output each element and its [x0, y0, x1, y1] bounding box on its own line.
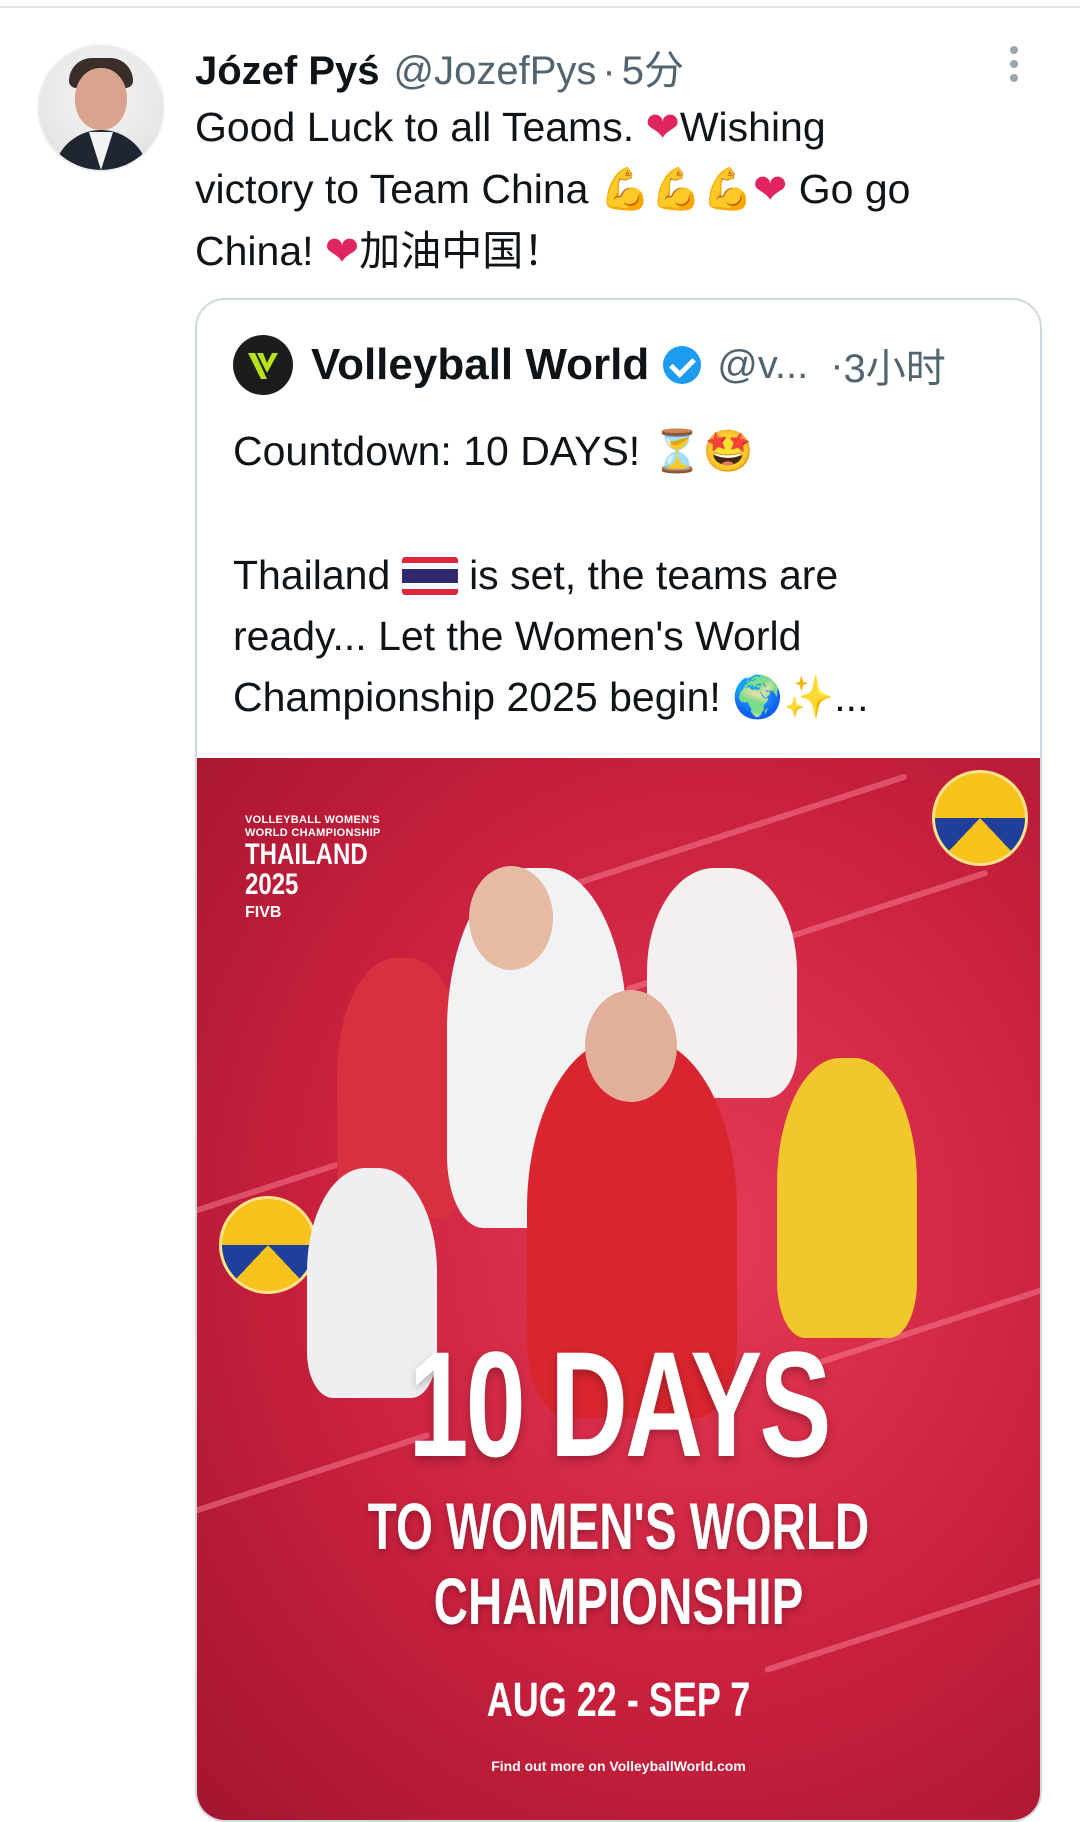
author-handle[interactable]: @JozefPys — [394, 49, 597, 94]
quoted-line-3: ready... Let the Women's World — [233, 613, 802, 659]
quoted-tweet-time[interactable]: 3小时 — [844, 336, 946, 394]
tweet-time[interactable]: 5分 — [622, 38, 684, 96]
poster-footer: Find out more on VolleyballWorld.com — [491, 1758, 746, 1774]
quoted-line-2: Thailand is set, the teams are — [233, 552, 838, 599]
championship-poster-image[interactable]: VOLLEYBALL WOMEN'S WORLD CHAMPIONSHIP TH… — [197, 758, 1040, 1820]
logo-subtitle: VOLLEYBALL WOMEN'S — [245, 814, 380, 826]
poster-subhead-2: CHAMPIONSHIP — [433, 1564, 804, 1638]
volleyball-world-logo-icon[interactable] — [233, 335, 293, 395]
logo-country: THAILAND — [245, 838, 368, 871]
tweet-line-1: Good Luck to all Teams. ❤Wishing — [195, 96, 1055, 158]
quoted-author-handle[interactable]: @v... — [717, 343, 808, 388]
heart-emoji: ❤ — [645, 103, 680, 151]
player-face — [585, 990, 677, 1102]
author-name[interactable]: Józef Pyś — [195, 49, 380, 94]
separator-dot: · — [602, 49, 616, 93]
top-divider — [0, 6, 1080, 8]
muscle-emoji: 💪💪💪 — [599, 165, 754, 213]
avatar-face — [75, 68, 127, 130]
quoted-author-name[interactable]: Volleyball World — [311, 340, 649, 390]
logo-year: 2025 — [245, 868, 299, 901]
championship-logo: VOLLEYBALL WOMEN'S WORLD CHAMPIONSHIP TH… — [245, 814, 398, 922]
quoted-tweet-card[interactable]: Volleyball World @v... · 3小时 Countdown: … — [195, 298, 1042, 1822]
player-face — [469, 866, 553, 970]
quoted-text-fragment: Thailand — [233, 552, 402, 598]
quoted-text-fragment: is set, the teams are — [457, 552, 839, 598]
tweet-text: Good Luck to all Teams. ❤Wishing victory… — [195, 96, 1055, 282]
tweet-line-2: victory to Team China 💪💪💪❤ Go go — [195, 158, 1055, 220]
poster-headline: 10 DAYS — [408, 1320, 831, 1488]
separator-dot: · — [830, 342, 844, 387]
verified-badge-icon — [663, 346, 702, 384]
heart-emoji: ❤ — [324, 227, 360, 275]
volleyball-icon — [932, 770, 1028, 866]
quoted-tweet-header: Volleyball World @v... · 3小时 — [233, 335, 946, 395]
tweet-line-3: China! ❤加油中国！ — [195, 220, 1055, 282]
logo-fivb: FIVB — [245, 904, 282, 921]
more-options-icon[interactable] — [1004, 46, 1024, 86]
tweet-text-fragment: China! — [195, 228, 325, 274]
poster-subhead-1: TO WOMEN'S WORLD — [367, 1489, 870, 1563]
tweet-text-fragment: Good Luck to all Teams. — [195, 104, 646, 150]
tweet-text-fragment: Wishing — [679, 104, 826, 150]
tweet-text-fragment: victory to Team China — [195, 166, 600, 212]
heart-emoji: ❤ — [753, 165, 788, 213]
author-avatar[interactable] — [37, 44, 165, 172]
player-silhouette — [777, 1058, 917, 1338]
tweet-text-fragment: Go go — [787, 166, 911, 212]
tweet-header: Józef Pyś @JozefPys · 5分 — [195, 38, 684, 93]
volleyball-icon — [219, 1196, 317, 1294]
thailand-flag-icon — [401, 557, 458, 595]
poster-dates: AUG 22 - SEP 7 — [486, 1674, 751, 1727]
quoted-line-1: Countdown: 10 DAYS! ⏳🤩 — [233, 428, 754, 474]
tweet-text-fragment: 加油中国！ — [359, 228, 565, 274]
quoted-line-4: Championship 2025 begin! 🌍✨... — [233, 674, 869, 720]
